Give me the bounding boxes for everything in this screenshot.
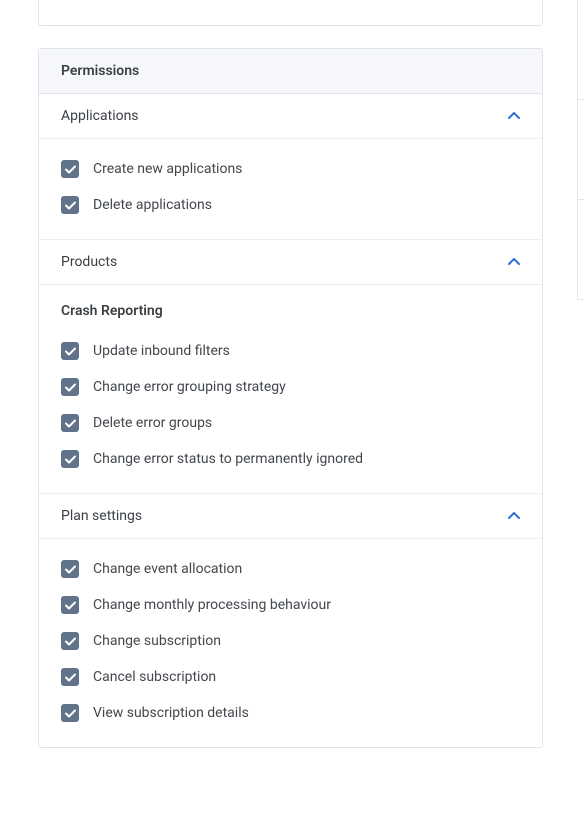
checkbox-change-event-allocation[interactable]: [61, 560, 79, 578]
permission-row: Update inbound filters: [61, 333, 520, 369]
side-panel-fragment: [577, 0, 584, 300]
permission-label: Change event allocation: [93, 561, 242, 577]
permission-label: Update inbound filters: [93, 343, 230, 359]
permission-label: View subscription details: [93, 705, 249, 721]
checkbox-view-subscription-details[interactable]: [61, 704, 79, 722]
section-label: Plan settings: [61, 508, 142, 524]
section-toggle-products[interactable]: Products: [39, 240, 542, 285]
permission-row: Delete error groups: [61, 405, 520, 441]
checkbox-update-inbound-filters[interactable]: [61, 342, 79, 360]
checkbox-cancel-subscription[interactable]: [61, 668, 79, 686]
permission-row: Create new applications: [61, 151, 520, 187]
section-toggle-plan-settings[interactable]: Plan settings: [39, 494, 542, 539]
checkbox-change-subscription[interactable]: [61, 632, 79, 650]
section-toggle-applications[interactable]: Applications: [39, 94, 542, 139]
permission-label: Create new applications: [93, 161, 242, 177]
permission-row: Change subscription: [61, 623, 520, 659]
chevron-up-icon: [508, 256, 520, 268]
panel-header: Permissions: [39, 49, 542, 94]
section-body-applications: Create new applications Delete applicati…: [39, 139, 542, 240]
permission-row: Delete applications: [61, 187, 520, 223]
subheading-crash-reporting: Crash Reporting: [61, 303, 520, 319]
permission-row: Cancel subscription: [61, 659, 520, 695]
section-body-products: Crash Reporting Update inbound filters C…: [39, 285, 542, 494]
checkbox-delete-applications[interactable]: [61, 196, 79, 214]
checkbox-create-new-applications[interactable]: [61, 160, 79, 178]
checkbox-change-error-status-ignored[interactable]: [61, 450, 79, 468]
checkbox-delete-error-groups[interactable]: [61, 414, 79, 432]
chevron-up-icon: [508, 110, 520, 122]
permission-label: Change error grouping strategy: [93, 379, 286, 395]
permission-row: Change error grouping strategy: [61, 369, 520, 405]
previous-panel-fragment: [38, 0, 543, 26]
section-label: Applications: [61, 108, 139, 124]
checkbox-change-error-grouping-strategy[interactable]: [61, 378, 79, 396]
checkbox-change-monthly-processing[interactable]: [61, 596, 79, 614]
permission-label: Change monthly processing behaviour: [93, 597, 331, 613]
permission-label: Change subscription: [93, 633, 221, 649]
permission-row: Change error status to permanently ignor…: [61, 441, 520, 477]
panel-title: Permissions: [61, 63, 520, 79]
permission-row: View subscription details: [61, 695, 520, 731]
permission-label: Cancel subscription: [93, 669, 216, 685]
permissions-panel: Permissions Applications Create new appl…: [38, 48, 543, 748]
permission-label: Change error status to permanently ignor…: [93, 451, 363, 467]
section-label: Products: [61, 254, 117, 270]
section-body-plan-settings: Change event allocation Change monthly p…: [39, 539, 542, 747]
permission-row: Change event allocation: [61, 551, 520, 587]
permission-label: Delete applications: [93, 197, 212, 213]
chevron-up-icon: [508, 510, 520, 522]
permission-row: Change monthly processing behaviour: [61, 587, 520, 623]
permission-label: Delete error groups: [93, 415, 212, 431]
